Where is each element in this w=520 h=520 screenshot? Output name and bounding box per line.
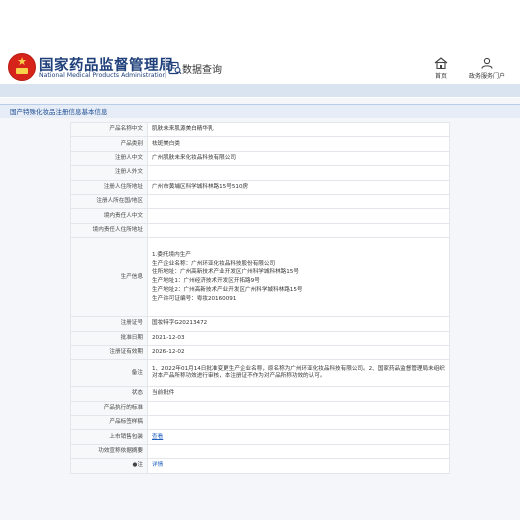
- row-label: 批准日期: [70, 330, 148, 346]
- table-row: 批准日期 2021-12-03: [70, 330, 450, 346]
- row-value: 祛斑美白类: [147, 136, 450, 152]
- nav-portal-label: 政务服务门户: [468, 73, 505, 80]
- header-divider: [165, 58, 166, 78]
- row-value: [147, 165, 450, 181]
- production-line: 生产许可证编号：粤妆20160091: [152, 295, 237, 302]
- row-label: 产品标签样稿: [70, 415, 148, 431]
- table-row: 功效宣称依据摘要: [70, 443, 450, 460]
- header-bar: [0, 84, 520, 97]
- site-header: ★ 国家药品监督管理局 National Medical Products Ad…: [0, 0, 520, 96]
- panel-title: 国产特殊化妆品注册信息基本信息: [0, 104, 520, 118]
- production-info-row: 生产信息 1.委托境内生产 生产企业名称：广州环亚化妆品科技股份有限公司 住所地…: [70, 237, 450, 318]
- data-query-icon: [168, 61, 182, 75]
- status-value: 当前批件: [147, 386, 450, 402]
- row-label: 产品执行的标准: [70, 400, 148, 417]
- row-label: 境内责任人中文: [70, 208, 148, 224]
- production-line: 住所地址：广州高新技术产业开发区广州科学城科林路15号: [152, 269, 299, 276]
- row-value: 广州肌肤未来化妆品科技有限公司: [147, 150, 450, 167]
- table-row: 注册人外文: [70, 165, 450, 181]
- row-label: 注册证号: [70, 316, 148, 332]
- row-value: 详情: [147, 458, 450, 474]
- table-row: 注册人住所地址 广州市黄埔区科学城科林路15号510房: [70, 179, 450, 195]
- section-title: 数据查询: [182, 65, 222, 76]
- production-line: 1.委托境内生产: [152, 251, 191, 258]
- row-label: ●注: [70, 458, 148, 474]
- row-value: 肌肤未来肌源美白精华乳: [147, 121, 450, 138]
- remark-row: 备注 1、2022年01月14日批准变更生产企业名称，原名称为广州环亚化妆品科技…: [70, 359, 450, 388]
- national-emblem-icon: ★: [8, 53, 36, 81]
- home-icon: [434, 57, 448, 69]
- table-row: 状态 当前批件: [70, 386, 450, 402]
- table-row: 境内责任人中文: [70, 208, 450, 224]
- table-row: 注册人中文 广州肌肤未来化妆品科技有限公司: [70, 150, 450, 167]
- production-line: 生产地址2：广州高新技术产业开发区广州科学城科林路15号: [152, 286, 303, 293]
- table-row: ●注 详情: [70, 458, 450, 474]
- row-value: [147, 415, 450, 431]
- table-row: 产品执行的标准: [70, 400, 450, 417]
- view-link[interactable]: 查看: [152, 434, 163, 440]
- row-label: 产品名称中文: [70, 121, 148, 138]
- production-line: 生产企业名称：广州环亚化妆品科技股份有限公司: [152, 260, 276, 267]
- row-label: 状态: [70, 386, 148, 402]
- row-value: [147, 222, 450, 239]
- row-label: 注册人中文: [70, 150, 148, 167]
- row-value: 2026-12-02: [147, 344, 450, 361]
- portal-icon: [481, 57, 493, 69]
- table-row: 境内责任人住所地址: [70, 222, 450, 239]
- production-line: 生产地址1：广州经济技术开发区开拓路9号: [152, 278, 260, 285]
- row-value: [147, 443, 450, 460]
- row-label: 上市销售包装: [70, 429, 148, 445]
- production-info-value: 1.委托境内生产 生产企业名称：广州环亚化妆品科技股份有限公司 住所地址：广州高…: [147, 237, 450, 318]
- row-value: [147, 193, 450, 210]
- row-label: 注册人外文: [70, 165, 148, 181]
- nav-portal[interactable]: 政务服务门户: [457, 57, 517, 80]
- row-value: 广州市黄埔区科学城科林路15号510房: [147, 179, 450, 195]
- row-value: 2021-12-03: [147, 330, 450, 346]
- registration-info-table: 产品名称中文 肌肤未来肌源美白精华乳 产品类别 祛斑美白类 注册人中文 广州肌肤…: [70, 121, 450, 474]
- row-value: [147, 208, 450, 224]
- row-label: 注册证有效期: [70, 344, 148, 361]
- table-row: 产品类别 祛斑美白类: [70, 136, 450, 152]
- row-label: 产品类别: [70, 136, 148, 152]
- row-label: 备注: [70, 359, 148, 388]
- table-row: 产品名称中文 肌肤未来肌源美白精华乳: [70, 121, 450, 138]
- details-link[interactable]: 详情: [152, 462, 163, 468]
- row-label: 注册人住所地址: [70, 179, 148, 195]
- row-value: 查看: [147, 429, 450, 445]
- row-label: 境内责任人住所地址: [70, 222, 148, 239]
- table-row: 上市销售包装 查看: [70, 429, 450, 445]
- row-label: 生产信息: [70, 237, 148, 318]
- table-row: 注册证号 国妆特字G20213472: [70, 316, 450, 332]
- row-label: 注册人所在国/地区: [70, 193, 148, 210]
- row-value: 国妆特字G20213472: [147, 316, 450, 332]
- remark-value: 1、2022年01月14日批准变更生产企业名称，原名称为广州环亚化妆品科技有限公…: [147, 359, 450, 388]
- row-value: [147, 400, 450, 417]
- table-row: 注册证有效期 2026-12-02: [70, 344, 450, 361]
- org-name-en: National Medical Products Administration: [39, 72, 167, 79]
- table-row: 产品标签样稿: [70, 415, 450, 431]
- table-row: 注册人所在国/地区: [70, 193, 450, 210]
- row-label: 功效宣称依据摘要: [70, 443, 148, 460]
